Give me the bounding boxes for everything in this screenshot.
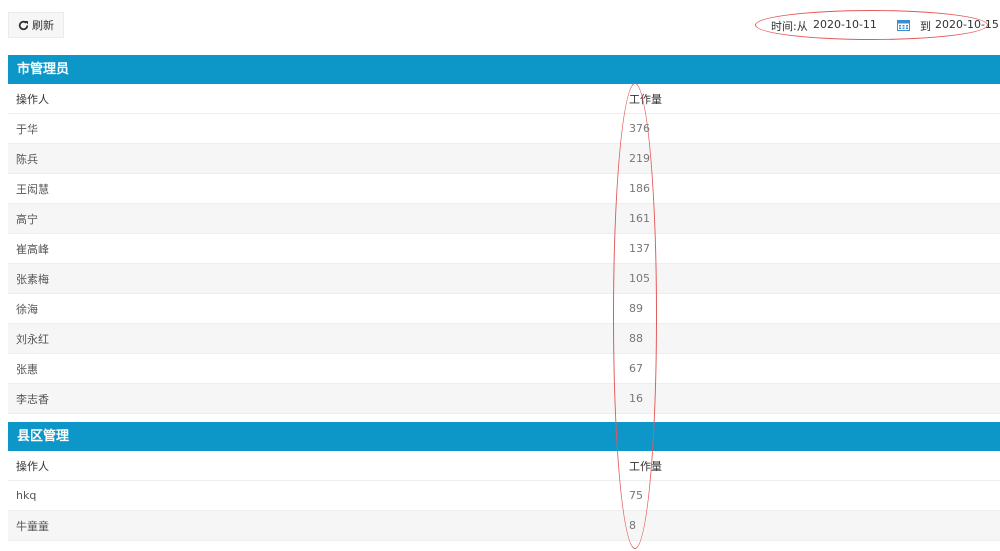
operator-name: 徐海 [16,302,38,316]
workload-value: 105 [629,272,650,285]
table-row: 牛童童 8 [8,511,1000,541]
table-row: 刘永红 88 [8,324,1000,354]
operator-name: 张素梅 [16,272,49,286]
column-header-operator: 操作人 [16,459,49,473]
operator-name: 刘永红 [16,332,49,346]
section-title: 市管理员 [8,55,1000,84]
operator-name: 张惠 [16,362,38,376]
workload-value: 186 [629,182,650,195]
time-filter: 时间:从 2020-10-11 到 2020-10-15 [755,10,999,40]
workload-value: 67 [629,362,643,375]
workload-value: 75 [629,489,643,502]
workload-value: 137 [629,242,650,255]
workload-value: 88 [629,332,643,345]
table-row: 崔高峰 137 [8,234,1000,264]
date-to-input[interactable]: 2020-10-15 [935,18,999,31]
calendar-icon[interactable] [897,19,910,31]
column-header-workload: 工作量 [629,459,662,473]
operator-name: 牛童童 [16,519,49,533]
column-header-operator: 操作人 [16,92,49,106]
column-header-workload: 工作量 [629,92,662,106]
operator-name: 于华 [16,122,38,136]
table-row: 于华 376 [8,114,1000,144]
workload-value: 376 [629,122,650,135]
workload-value: 16 [629,392,643,405]
refresh-button[interactable]: 刷新 [8,12,64,38]
operator-name: 李志香 [16,392,49,406]
date-from-input[interactable]: 2020-10-11 [813,18,877,31]
table-row: 李志香 16 [8,384,1000,414]
refresh-label: 刷新 [32,19,54,32]
section-county-admin: 县区管理 操作人 工作量 hkq 75 牛童童 8 [8,422,1000,541]
operator-name: 王闳慧 [16,182,49,196]
table-row: hkq 75 [8,481,1000,511]
table-row: 陈兵 219 [8,144,1000,174]
time-from-label: 时间:从 [771,20,808,33]
table-header-row: 操作人 工作量 [8,451,1000,481]
section-title: 县区管理 [8,422,1000,451]
workload-value: 219 [629,152,650,165]
table-row: 张素梅 105 [8,264,1000,294]
time-to-label: 到 [920,20,931,33]
operator-name: hkq [16,489,37,502]
operator-name: 陈兵 [16,152,38,166]
table-row: 张惠 67 [8,354,1000,384]
workload-value: 89 [629,302,643,315]
operator-name: 高宁 [16,212,38,226]
table-row: 王闳慧 186 [8,174,1000,204]
section-city-admin: 市管理员 操作人 工作量 于华 376 陈兵 219 王闳慧 186 高宁 16… [8,55,1000,414]
workload-value: 8 [629,519,636,532]
refresh-icon [18,20,29,31]
table-row: 高宁 161 [8,204,1000,234]
workload-value: 161 [629,212,650,225]
table-row: 徐海 89 [8,294,1000,324]
operator-name: 崔高峰 [16,242,49,256]
table-header-row: 操作人 工作量 [8,84,1000,114]
